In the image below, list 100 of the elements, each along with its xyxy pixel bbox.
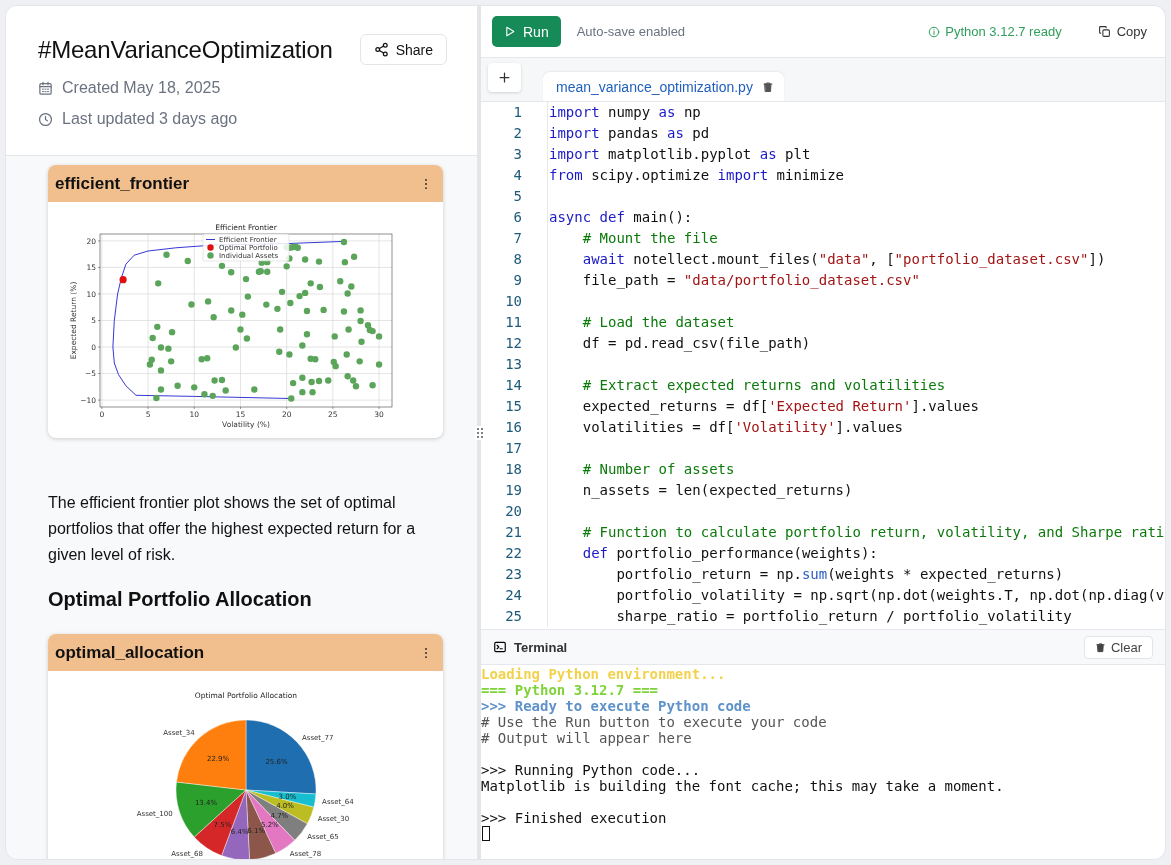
section-heading: Optimal Portfolio Allocation: [48, 588, 313, 611]
card-title: optimal_allocation: [55, 642, 205, 663]
data-point: [168, 329, 176, 336]
data-point: [316, 283, 324, 291]
code-line: # Extract expected returns and volatilities: [547, 375, 946, 396]
plus-icon: [497, 70, 512, 85]
line-number: 13: [504, 355, 523, 374]
paragraph: The efficient frontier plot shows the set of optimal portfolios that offer the highest expected return for a given level of risk.: [48, 493, 417, 565]
terminal-line: >>> Ready to execute Python code: [481, 698, 752, 714]
code-line: file_path = "data/portfolio_dataset.csv": [547, 270, 920, 291]
trash-icon[interactable]: [761, 80, 774, 93]
terminal-line: # Output will appear here: [481, 730, 693, 746]
code-line: # Function to calculate portfolio return, volatility, and Sharpe rati: [547, 522, 1165, 543]
code-line: portfolio_return = np.sum(weights * expected_returns): [547, 564, 1064, 585]
terminal-cursor: [482, 826, 490, 841]
data-point: [325, 377, 332, 384]
code-line: # Number of assets: [547, 459, 735, 480]
data-point: [301, 256, 309, 263]
updated-date: Last updated 3 days ago: [62, 110, 238, 128]
line-number: 3: [512, 145, 523, 164]
line-number: 6: [512, 208, 523, 227]
line-number: 7: [512, 229, 523, 248]
data-point: [222, 387, 229, 394]
code-line: async def main():: [547, 207, 693, 228]
data-point: [299, 342, 306, 349]
data-point: [228, 307, 235, 314]
trash-icon: [1094, 641, 1106, 653]
terminal-line: === Python 3.12.7 ===: [481, 682, 659, 698]
code-line: expected_returns = df['Expected Return'].values: [547, 396, 979, 417]
line-number: 21: [504, 523, 523, 542]
data-point: [251, 386, 258, 393]
status-text: Python 3.12.7 ready: [945, 24, 1062, 39]
line-number: 16: [504, 418, 523, 437]
data-point: [239, 311, 246, 318]
line-number: 12: [504, 334, 523, 353]
data-point: [149, 334, 156, 342]
grip-icon[interactable]: [475, 426, 485, 440]
line-number: 15: [504, 397, 523, 416]
line-number: 19: [504, 481, 523, 500]
code-line: # Mount the file: [547, 228, 718, 249]
data-point: [191, 384, 198, 391]
line-number: 1: [512, 103, 523, 122]
data-point: [358, 338, 365, 345]
clear-button[interactable]: Clear: [1083, 635, 1153, 659]
data-point: [163, 251, 170, 258]
note-title: #MeanVarianceOptimization: [38, 35, 333, 64]
file-tab[interactable]: mean_variance_optimization.py: [543, 72, 784, 101]
clock-icon: [38, 111, 53, 127]
code-line: portfolio_volatility = np.sqrt(np.dot(weights.T, np.dot(np.diag(v: [547, 585, 1165, 606]
optimal-point: [119, 276, 127, 284]
code-line: # Load the dataset: [547, 312, 735, 333]
code-line: import numpy as np: [547, 102, 701, 123]
line-number: 11: [504, 313, 523, 332]
data-point: [307, 280, 314, 287]
data-point: [263, 301, 270, 308]
data-point: [243, 335, 251, 342]
run-button[interactable]: Run: [492, 16, 561, 47]
code-line: def portfolio_performance(weights):: [547, 543, 878, 564]
data-point: [276, 348, 283, 355]
data-point: [303, 331, 311, 338]
copy-button[interactable]: Copy: [1091, 20, 1153, 43]
line-number: 22: [504, 544, 523, 563]
data-point: [289, 379, 297, 387]
copy-icon: [1097, 25, 1111, 38]
line-number: 23: [504, 565, 523, 584]
data-point: [242, 275, 250, 283]
data-point: [315, 258, 323, 265]
terminal-line: # Use the Run button to execute your code: [481, 714, 828, 730]
terminal-title: Terminal: [514, 639, 568, 655]
data-point: [286, 351, 293, 358]
data-point: [278, 288, 286, 296]
terminal-line: Loading Python environment...: [481, 666, 727, 682]
data-point: [356, 358, 363, 365]
autosave-label: Auto-save enabled: [576, 24, 686, 39]
data-point: [345, 326, 352, 333]
data-point: [309, 388, 316, 396]
data-point: [210, 314, 217, 321]
data-point: [188, 301, 195, 308]
data-point: [184, 257, 191, 265]
share-icon: [373, 42, 389, 57]
line-number: 4: [512, 166, 523, 185]
data-point: [343, 351, 350, 358]
data-point: [299, 388, 306, 396]
data-point: [155, 280, 162, 287]
data-point: [154, 323, 161, 331]
data-point: [337, 278, 344, 285]
code-line: volatilities = df['Volatility'].values: [547, 417, 904, 438]
share-button[interactable]: Share: [359, 34, 447, 65]
line-number: 10: [504, 292, 523, 311]
data-point: [174, 382, 181, 389]
created-date: Created May 18, 2025: [62, 79, 221, 97]
code-line: df = pd.read_csv(file_path): [547, 333, 811, 354]
data-point: [340, 308, 348, 315]
data-point: [375, 361, 383, 368]
data-point: [287, 299, 294, 307]
terminal-line: Matplotlib is building the font cache; this may take a moment.: [481, 778, 1005, 794]
data-point: [299, 374, 306, 381]
calendar-icon: [38, 80, 53, 96]
code-line: n_assets = len(expected_returns): [547, 480, 853, 501]
data-point: [167, 358, 175, 365]
